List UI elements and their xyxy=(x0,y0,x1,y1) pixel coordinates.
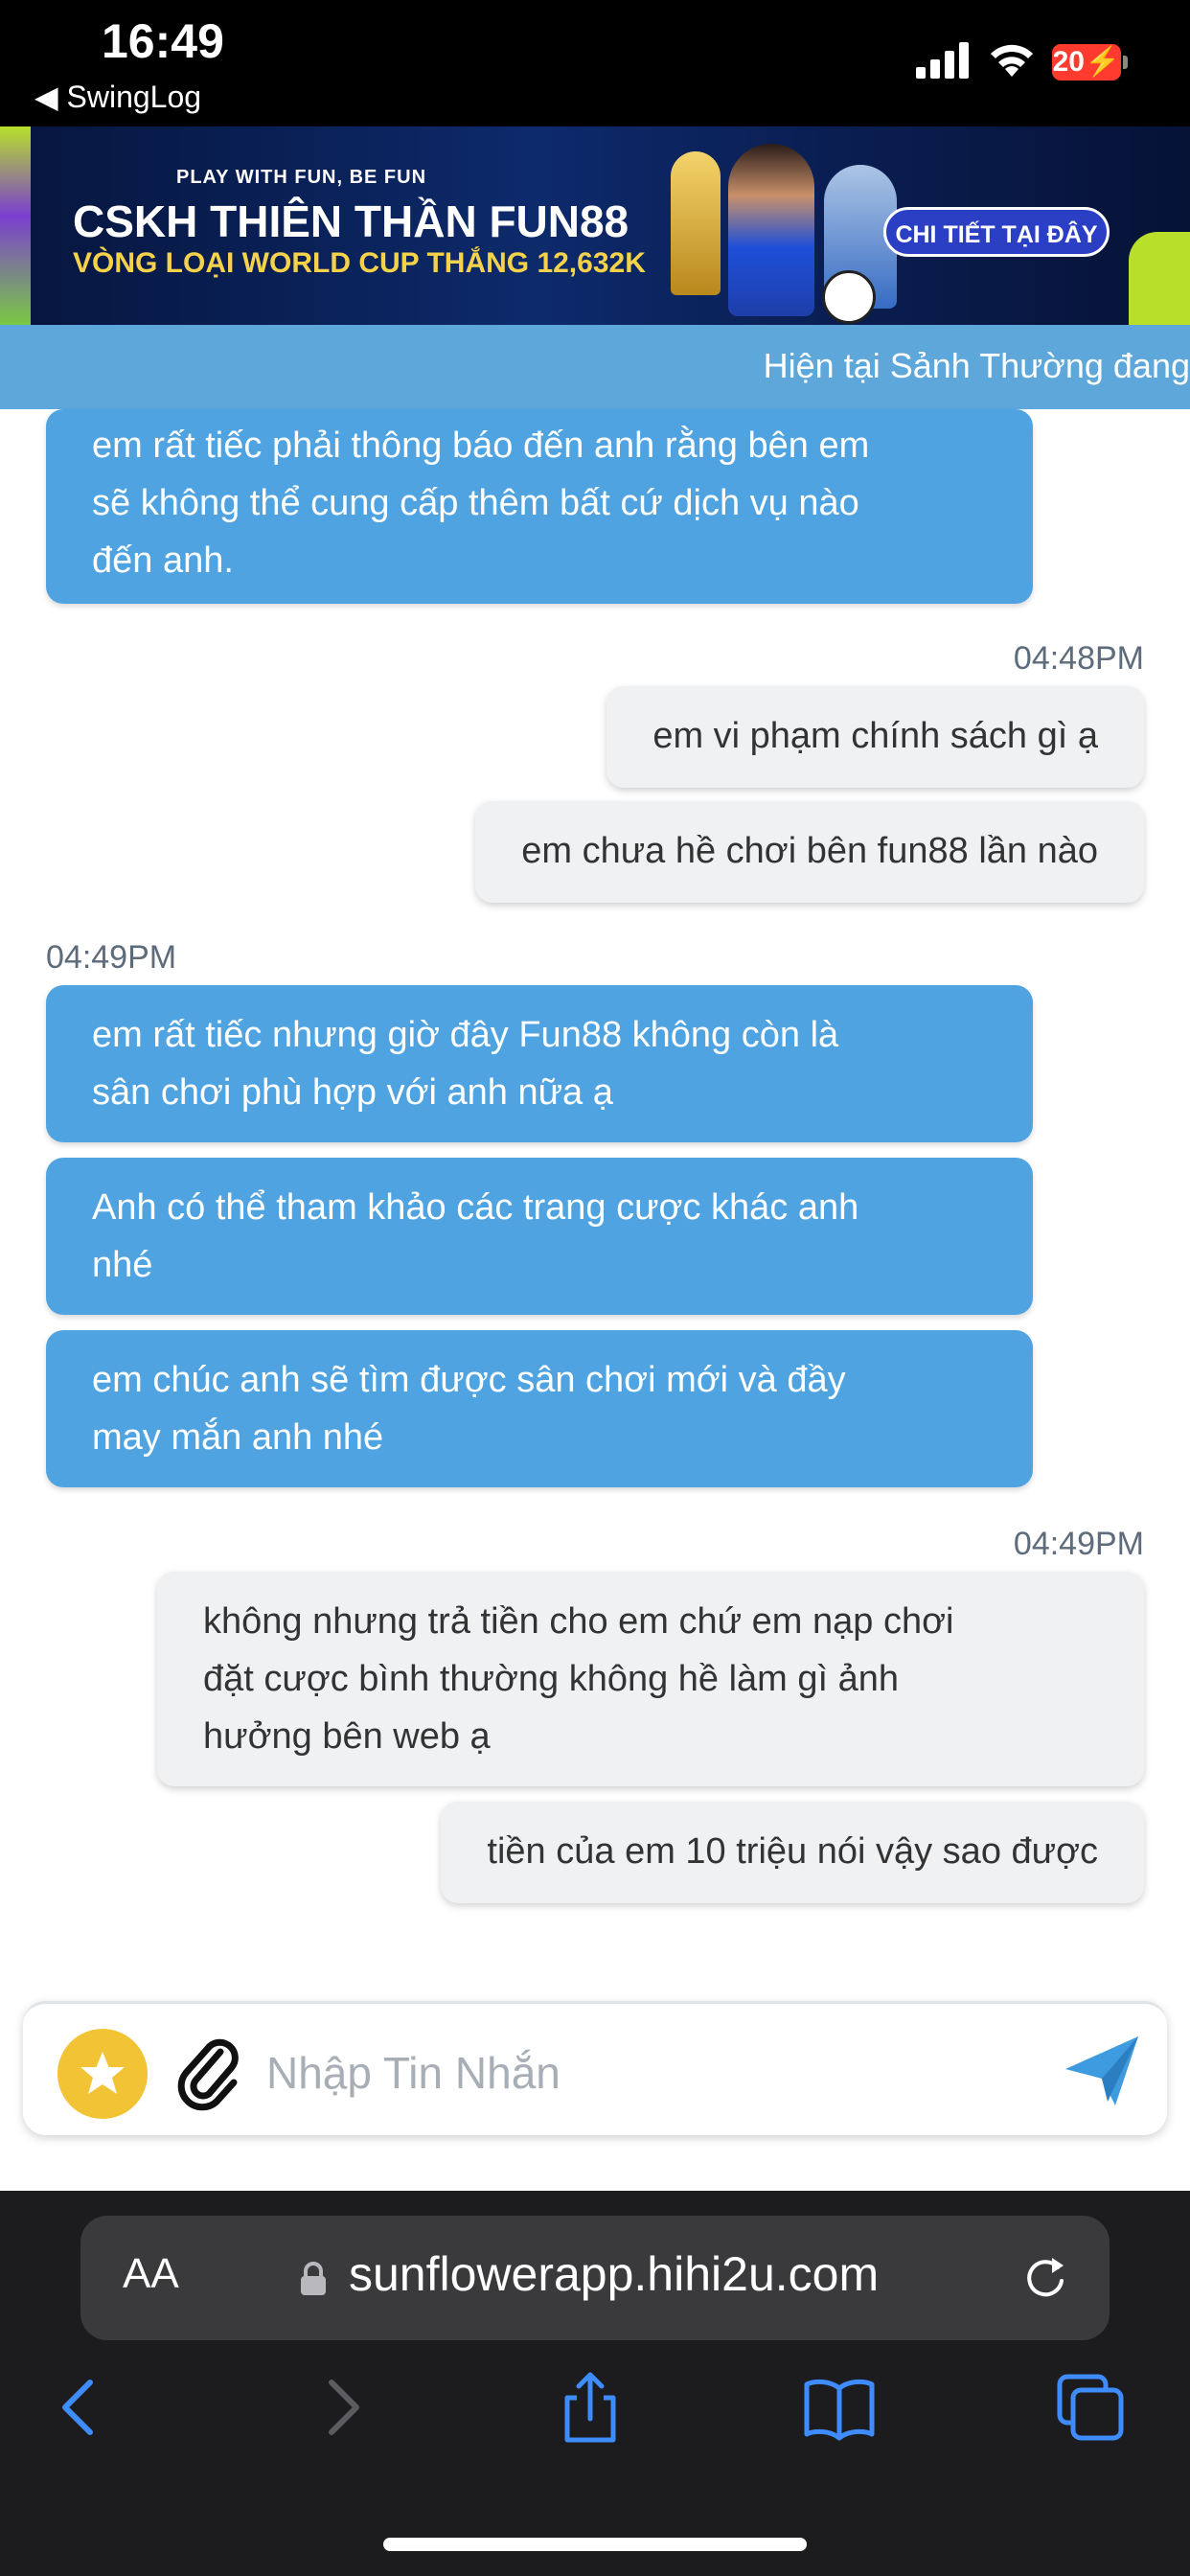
battery-level: 20 xyxy=(1052,46,1085,78)
book-icon[interactable] xyxy=(801,2369,878,2446)
message-line: may mắn anh nhé xyxy=(92,1417,384,1458)
message-line: tiền của em 10 triệu nói vậy sao được xyxy=(487,1831,1098,1872)
football-image xyxy=(822,270,876,324)
agent-message: em chúc anh sẽ tìm được sân chơi mới và … xyxy=(46,1330,1033,1487)
text-size-button[interactable]: AA xyxy=(123,2250,179,2298)
message-line: đặt cược bình thường không hề làm gì ảnh xyxy=(203,1659,900,1699)
cellular-signal-icon xyxy=(916,42,969,79)
url-text[interactable]: sunflowerapp.hihi2u.com xyxy=(349,2246,879,2302)
rating-button[interactable] xyxy=(57,2029,148,2119)
message-line: sẽ không thể cung cấp thêm bất cứ dịch v… xyxy=(92,483,859,523)
message-line: Anh có thể tham khảo các trang cược khác… xyxy=(92,1187,859,1228)
paperclip-icon[interactable] xyxy=(174,2033,241,2113)
browser-toolbar: AA sunflowerapp.hihi2u.com xyxy=(0,2191,1190,2576)
trophy-image xyxy=(671,151,721,295)
user-message: tiền của em 10 triệu nói vậy sao được xyxy=(441,1802,1144,1903)
message-line: em chưa hề chơi bên fun88 lần nào xyxy=(521,831,1098,871)
status-time: 16:49 xyxy=(102,14,224,68)
message-line: không nhưng trả tiền cho em chứ em nạp c… xyxy=(203,1601,954,1642)
battery-nub xyxy=(1123,56,1128,69)
message-line: đến anh. xyxy=(92,540,234,581)
banner-logo xyxy=(1129,232,1190,325)
send-icon[interactable] xyxy=(1062,2033,1142,2109)
promo-banner[interactable]: PLAY WITH FUN, BE FUN CSKH THIÊN THẦN FU… xyxy=(0,126,1190,325)
battery-indicator: 20⚡ xyxy=(1052,44,1121,80)
reload-icon[interactable] xyxy=(1019,2252,1071,2304)
message-line: hưởng bên web ạ xyxy=(203,1716,491,1757)
message-timestamp: 04:49PM xyxy=(1013,1526,1144,1562)
message-input[interactable] xyxy=(264,2038,1035,2107)
agent-message: em rất tiếc nhưng giờ đây Fun88 không cò… xyxy=(46,985,1033,1142)
status-bar: 16:49 ◀ SwingLog 20⚡ xyxy=(0,0,1190,126)
banner-tagline: PLAY WITH FUN, BE FUN xyxy=(176,167,427,188)
message-line: em chúc anh sẽ tìm được sân chơi mới và … xyxy=(92,1360,846,1400)
message-timestamp: 04:49PM xyxy=(46,939,177,976)
ticker-text: Hiện tại Sảnh Thường đang xyxy=(763,346,1190,385)
announcement-ticker: Hiện tại Sảnh Thường đang xyxy=(0,325,1190,409)
agent-message: Anh có thể tham khảo các trang cược khác… xyxy=(46,1158,1033,1315)
model-image xyxy=(728,144,814,316)
message-line: sân chơi phù hợp với anh nữa ạ xyxy=(92,1072,613,1113)
message-line: nhé xyxy=(92,1245,153,1285)
user-message: em chưa hề chơi bên fun88 lần nào xyxy=(475,801,1144,903)
message-timestamp: 04:48PM xyxy=(1013,640,1144,677)
agent-message: em rất tiếc phải thông báo đến anh rằng … xyxy=(46,409,1033,604)
wifi-icon xyxy=(991,44,1033,77)
banner-cta-button[interactable]: CHI TIẾT TẠI ĐÂY xyxy=(883,207,1110,257)
message-line: em rất tiếc phải thông báo đến anh rằng … xyxy=(92,426,870,466)
lock-icon xyxy=(301,2262,326,2295)
banner-subtitle: VÒNG LOẠI WORLD CUP THẮNG 12,632K xyxy=(73,247,646,279)
back-to-app-link[interactable]: ◀ SwingLog xyxy=(34,79,201,115)
user-message: em vi phạm chính sách gì ạ xyxy=(606,686,1144,788)
user-message: không nhưng trả tiền cho em chứ em nạp c… xyxy=(157,1572,1144,1786)
tabs-icon[interactable] xyxy=(1052,2369,1129,2446)
message-line: em rất tiếc nhưng giờ đây Fun88 không cò… xyxy=(92,1015,839,1055)
banner-left-strip xyxy=(0,126,31,325)
address-bar[interactable]: AA sunflowerapp.hihi2u.com xyxy=(80,2216,1110,2340)
share-icon[interactable] xyxy=(552,2369,629,2446)
message-line: em vi phạm chính sách gì ạ xyxy=(652,716,1098,756)
message-composer xyxy=(23,2001,1167,2135)
home-indicator[interactable] xyxy=(383,2538,807,2551)
chevron-right-icon[interactable] xyxy=(303,2369,379,2446)
star-icon xyxy=(80,2052,125,2094)
banner-title: CSKH THIÊN THẦN FUN88 xyxy=(73,196,629,246)
chevron-left-icon[interactable] xyxy=(44,2369,121,2446)
